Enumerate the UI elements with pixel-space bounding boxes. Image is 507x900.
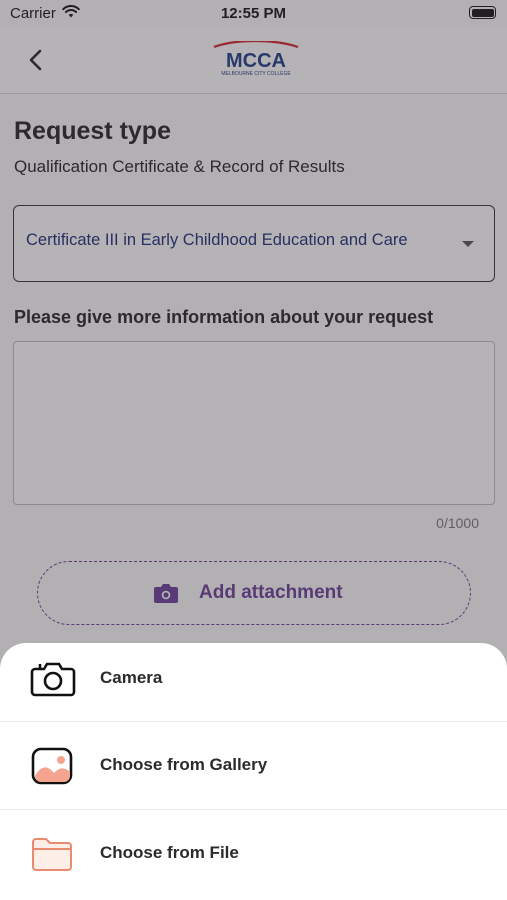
camera-icon — [30, 662, 76, 697]
file-option[interactable]: Choose from File — [0, 809, 507, 897]
attachment-source-sheet: Camera Choose from Gallery Choose from F… — [0, 643, 507, 900]
folder-icon — [32, 838, 72, 871]
camera-option[interactable]: Camera — [0, 643, 507, 731]
gallery-icon — [31, 747, 73, 785]
camera-option-label: Camera — [100, 668, 163, 687]
file-option-label: Choose from File — [100, 843, 239, 862]
gallery-option[interactable]: Choose from Gallery — [0, 721, 507, 809]
gallery-option-label: Choose from Gallery — [100, 755, 268, 774]
screen: Carrier 12:55 PM MCCA MELBOURNE CITY COL… — [0, 0, 507, 900]
